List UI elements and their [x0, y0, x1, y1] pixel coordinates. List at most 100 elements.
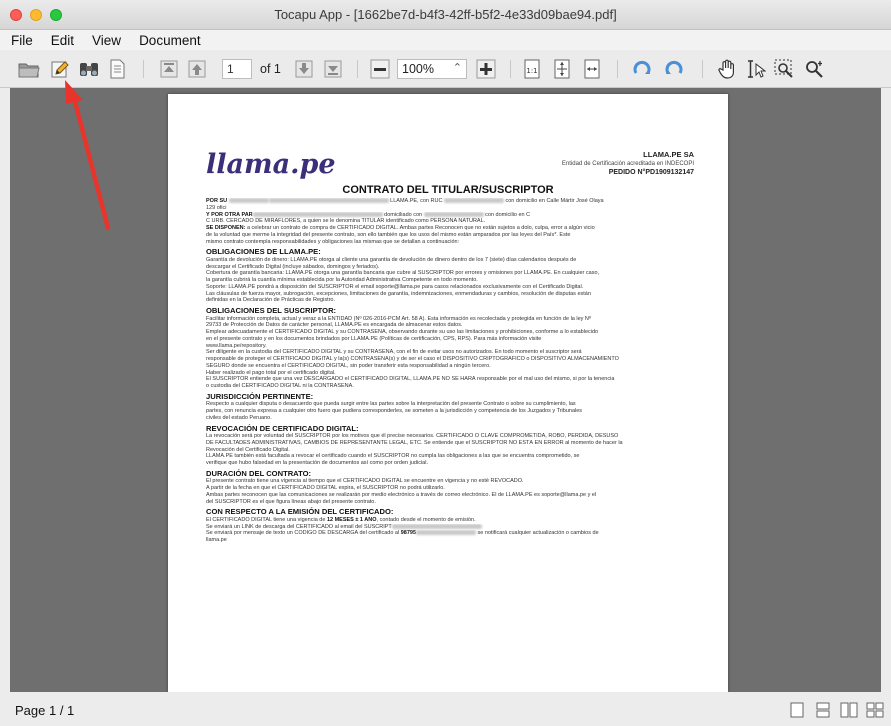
text-line: responsable de proteger el CERTIFICADO D…: [206, 356, 619, 362]
rotate-counterclockwise-button[interactable]: [662, 59, 686, 79]
two-page-continuous-icon: [866, 702, 884, 718]
next-page-button[interactable]: [293, 59, 315, 79]
actual-size-icon: 1:1: [524, 59, 540, 79]
minus-icon: [370, 59, 390, 79]
text-line: 129 ofici: [206, 204, 227, 211]
hand-tool-button[interactable]: [715, 59, 739, 79]
previous-page-button[interactable]: [186, 59, 208, 79]
menu-file[interactable]: File: [0, 33, 42, 48]
text-line: Haber realizado el pago total por el cer…: [206, 369, 336, 376]
section-heading: REVOCACIÓN DE CERTIFICADO DIGITAL:: [206, 423, 359, 433]
continuous-page-icon: [816, 702, 830, 718]
document-icon: [110, 59, 125, 79]
first-page-icon: [160, 60, 178, 78]
text-line: Emplear adecuadamente el CERTIFICADO DIG…: [206, 329, 599, 335]
text-line: del SUSCRIPTOR es el que figura líneas a…: [206, 498, 376, 505]
binoculars-icon: [80, 63, 98, 76]
text-line: Y POR OTRA PAR domiciliado con con domic…: [206, 211, 531, 218]
redacted-text: [423, 211, 484, 217]
section-heading: OBLIGACIONES DEL SUSCRIPTOR:: [206, 306, 337, 315]
text-line: C URB. CERCADO DE MIRAFLORES, a quien se…: [206, 218, 486, 225]
redacted-text: [416, 530, 477, 536]
text-line: de la voluntad que merme la integridad d…: [206, 231, 571, 238]
last-page-button[interactable]: [322, 59, 344, 79]
text-line: SEGURO donde se encuentra el CERTIFICADO…: [206, 362, 491, 369]
fit-page-icon: [554, 59, 570, 79]
zoom-out-button[interactable]: [369, 59, 391, 79]
entity-note: Entidad de Certificación acreditada en I…: [561, 161, 694, 167]
section-heading: CON RESPECTO A LA EMISIÓN DEL CERTIFICAD…: [206, 507, 394, 517]
svg-text:1:1: 1:1: [526, 67, 537, 75]
text-line: 29733 de Protección de Datos de carácter…: [206, 322, 463, 329]
document-header: LLAMA.PE SA Entidad de Certificación acr…: [434, 150, 694, 176]
title-bar: Tocapu App - [1662be7d-b4f3-42ff-b5f2-4e…: [0, 0, 891, 30]
zoom-in-button[interactable]: [475, 59, 497, 79]
arrow-up-icon: [188, 60, 206, 78]
text-line: Se enviará por mensaje de texto un CÓDIG…: [206, 530, 599, 537]
company-logo: llama.pe: [206, 149, 336, 180]
two-page-view-button[interactable]: [839, 702, 859, 718]
text-line: Cobertura de garantía bancaria: LLAMA.PE…: [206, 270, 600, 277]
status-bar: Page 1 / 1: [0, 692, 891, 726]
text-line: la garantía cubrirá la cuantía mínima es…: [206, 277, 478, 283]
zoom-level-value: 100%: [402, 62, 434, 76]
document-properties-button[interactable]: [105, 59, 129, 79]
first-page-button[interactable]: [158, 59, 180, 79]
menu-document[interactable]: Document: [130, 33, 210, 48]
single-page-icon: [790, 702, 804, 718]
section-heading: OBLIGACIONES DE LLAMA.PE:: [206, 247, 321, 257]
redacted-text: [228, 198, 269, 204]
text-line: La revocación será por voluntad del SUSC…: [206, 433, 619, 439]
two-page-continuous-view-button[interactable]: [865, 702, 885, 718]
text-line: El SUSCRIPTOR entiende que una vez DESCA…: [206, 376, 615, 383]
continuous-view-button[interactable]: [813, 702, 833, 718]
text-line: o custodia del CERTIFICADO DIGITAL ni la…: [206, 383, 354, 389]
window-title: Tocapu App - [1662be7d-b4f3-42ff-b5f2-4e…: [274, 7, 617, 22]
actual-size-button[interactable]: 1:1: [521, 59, 543, 79]
text-line: Facilitar información completa, actual y…: [206, 315, 591, 322]
text-line: verifique que hubo falsedad en la presen…: [206, 460, 428, 466]
redacted-text: [391, 523, 482, 529]
edit-annotate-button[interactable]: [48, 59, 72, 79]
text-select-tool-button[interactable]: [744, 59, 766, 79]
text-line: SE DISPONEN: a celebrar un contrato de c…: [206, 225, 595, 231]
zoom-level-select[interactable]: 100% ⌃: [397, 59, 467, 79]
folder-icon: [18, 63, 40, 78]
text-line: A partir de la fecha en que el CERTIFICA…: [206, 485, 445, 491]
zoom-tool-button[interactable]: [802, 59, 826, 79]
plus-icon: [476, 59, 496, 79]
toolbar: of 1 100% ⌃ 1:1: [0, 50, 891, 88]
page-number-input[interactable]: [222, 59, 252, 79]
text-line: mismo contrato contempla responsabilidad…: [206, 238, 460, 245]
document-title: CONTRATO DEL TITULAR/SUSCRIPTOR: [342, 184, 554, 196]
rotate-clockwise-button[interactable]: [630, 59, 654, 79]
rotate-cw-icon: [633, 60, 651, 74]
text-line: Las cláusulas de fuerza mayor, subrogaci…: [206, 290, 591, 297]
text-line: definidas en la Declaración de Prácticas…: [206, 297, 336, 304]
arrow-down-icon: [295, 60, 313, 78]
menu-bar: File Edit View Document: [0, 30, 891, 50]
open-folder-button[interactable]: [17, 59, 41, 79]
text-line: POR SU LLAMA.PE, con RUC con domicilio e…: [206, 198, 604, 204]
company-name: LLAMA.PE SA: [643, 150, 694, 159]
fit-width-button[interactable]: [581, 59, 603, 79]
marquee-zoom-tool-button[interactable]: [772, 59, 796, 79]
document-viewer[interactable]: llama.pe LLAMA.PE SA Entidad de Certific…: [10, 88, 881, 692]
menu-view[interactable]: View: [83, 33, 130, 48]
stepper-icon: ⌃: [452, 62, 462, 74]
text-line: Garantía de devolución de dinero: LLAMA.…: [206, 256, 577, 263]
text-line: Ambas partes reconocen que las comunicac…: [206, 491, 597, 498]
single-page-view-button[interactable]: [787, 702, 807, 718]
hand-icon: [718, 59, 734, 79]
text-line: Revocación del Certificado Digital.: [206, 446, 290, 453]
menu-edit[interactable]: Edit: [42, 33, 83, 48]
text-line: en el presente contrato y en los documen…: [206, 335, 542, 342]
last-page-icon: [324, 60, 342, 78]
text-line: www.llama.pe/repository.: [206, 342, 267, 349]
fit-page-button[interactable]: [551, 59, 573, 79]
find-button[interactable]: [77, 59, 101, 79]
text-line: descargar el Certificado Digital (incluy…: [206, 263, 380, 270]
text-cursor-icon: [748, 60, 766, 78]
page-count-label: of 1: [260, 62, 281, 76]
redacted-text: [268, 198, 389, 204]
